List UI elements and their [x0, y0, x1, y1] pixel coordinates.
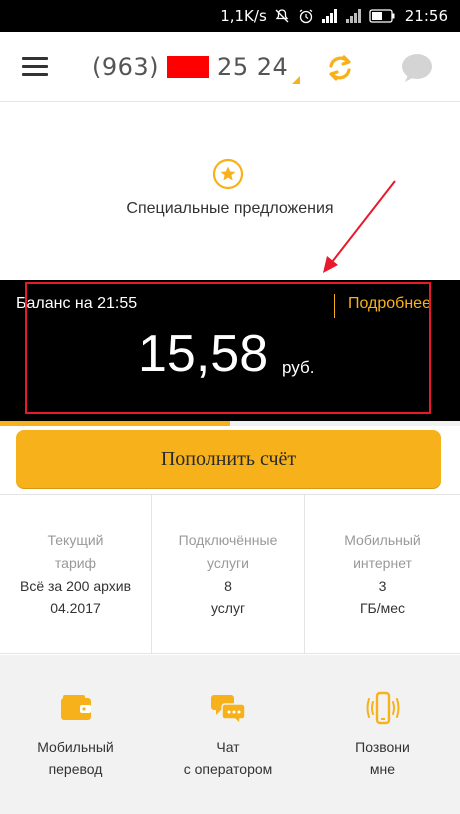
action-label: Мобильный перевод [0, 736, 151, 780]
info-title-line: тариф [54, 555, 97, 571]
status-bar: 1,1K/s 21:56 [0, 0, 460, 32]
action-label: Чат с оператором [152, 736, 304, 780]
mobile-transfer-button[interactable]: Мобильный перевод [0, 655, 151, 814]
quick-actions: Мобильный перевод Чат с оператором Позво… [0, 655, 460, 814]
account-info-row: Текущий тариф Всё за 200 архив 04.2017 П… [0, 494, 460, 654]
balance-progress-bar [0, 421, 460, 426]
battery-icon [369, 7, 395, 25]
balance-progress-fill [0, 421, 230, 426]
star-icon [212, 158, 244, 190]
info-value-line: 04.2017 [50, 600, 101, 616]
info-value: 8 услуг [152, 575, 304, 619]
info-title-line: услуги [207, 555, 249, 571]
info-title-line: Текущий [47, 532, 104, 548]
status-bar-right: 1,1K/s 21:56 [220, 0, 448, 32]
action-label-line: Мобильный [37, 739, 114, 755]
network-speed: 1,1K/s [220, 7, 267, 25]
action-label: Позвони мне [305, 736, 460, 780]
info-value: 3 ГБ/мес [305, 575, 460, 619]
phone-ring-icon [366, 691, 400, 725]
signal-icon [321, 7, 339, 25]
balance-label: Баланс на 21:55 [16, 295, 138, 312]
action-label-line: Чат [216, 739, 240, 755]
info-value-line: услуг [210, 600, 246, 616]
phone-number[interactable]: (963) 25 24 [92, 51, 301, 84]
info-title: Текущий тариф [0, 529, 151, 575]
app-header: (963) 25 24 [0, 32, 460, 102]
info-value: Всё за 200 архив 04.2017 [0, 575, 151, 619]
action-label-line: Позвони [355, 739, 410, 755]
info-title-line: Мобильный [344, 532, 421, 548]
mute-icon [273, 7, 291, 25]
info-title-line: интернет [353, 555, 412, 571]
chat-with-operator-button[interactable]: Чат с оператором [152, 655, 304, 814]
special-offers-label: Специальные предложения [126, 200, 334, 217]
info-title: Подключённые услуги [152, 529, 304, 575]
balance-panel: Баланс на 21:55 Подробнее 15,58 руб. [0, 280, 460, 421]
balance-divider [334, 294, 335, 318]
redaction-box [167, 56, 210, 78]
mobile-internet-card[interactable]: Мобильный интернет 3 ГБ/мес [305, 495, 460, 653]
info-value-line: 8 [224, 578, 232, 594]
chat-bubbles-icon [211, 691, 246, 726]
connected-services-card[interactable]: Подключённые услуги 8 услуг [152, 495, 304, 653]
status-time: 21:56 [404, 7, 448, 25]
phone-dropdown-corner-icon [292, 76, 301, 84]
phone-suffix: 25 24 [217, 53, 289, 81]
chat-icon[interactable] [400, 53, 434, 83]
special-offers[interactable]: Специальные предложения [0, 102, 460, 280]
balance-amount: 15,58 [138, 325, 269, 383]
refresh-icon[interactable] [324, 52, 356, 84]
menu-icon[interactable] [20, 54, 50, 80]
action-label-line: перевод [48, 761, 103, 777]
wifi-icon [345, 7, 363, 25]
current-tariff-card[interactable]: Текущий тариф Всё за 200 архив 04.2017 [0, 495, 151, 653]
phone-prefix: (963) [92, 53, 160, 81]
info-value-line: 3 [378, 578, 387, 594]
info-title: Мобильный интернет [305, 529, 460, 575]
action-label-line: мне [369, 761, 396, 777]
info-value-line: Всё за 200 архив [19, 578, 132, 594]
call-me-button[interactable]: Позвони мне [305, 655, 460, 814]
action-label-line: с оператором [183, 761, 273, 777]
top-up-button[interactable]: Пополнить счёт [16, 430, 441, 488]
alarm-icon [297, 7, 315, 25]
balance-currency: руб. [282, 358, 315, 377]
balance-details-link[interactable]: Подробнее [348, 295, 431, 313]
info-value-line: ГБ/мес [359, 600, 406, 616]
info-title-line: Подключённые [178, 532, 278, 548]
wallet-icon [59, 691, 93, 725]
